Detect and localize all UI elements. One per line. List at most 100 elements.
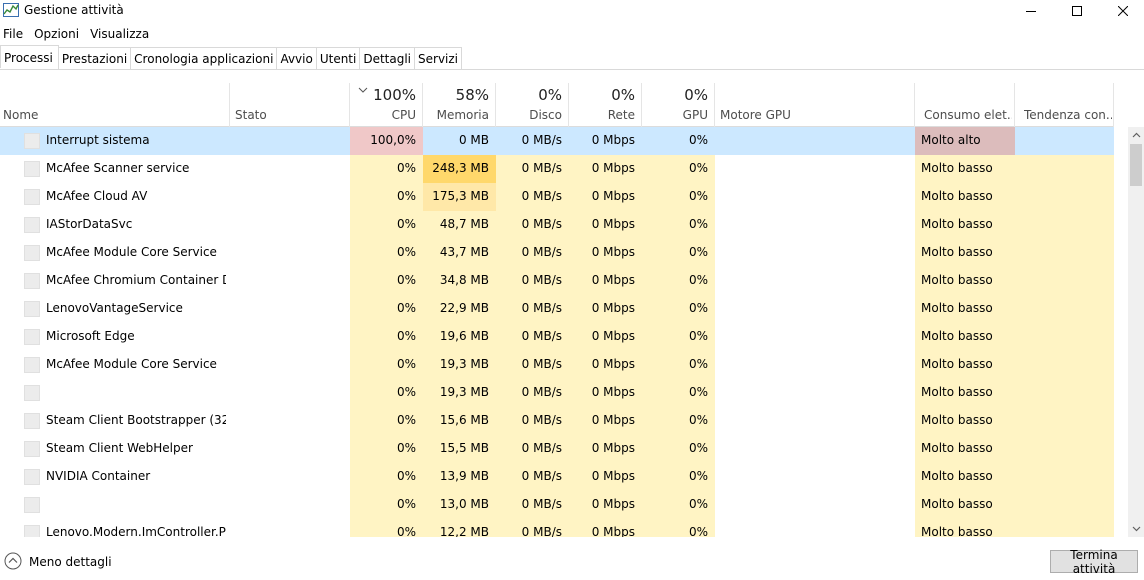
power-cell: Molto basso — [915, 491, 1015, 519]
close-button[interactable] — [1100, 0, 1144, 22]
end-task-button[interactable]: Termina attività — [1050, 548, 1138, 576]
power-cell: Molto basso — [915, 379, 1015, 407]
gpu-cell: 0% — [642, 463, 715, 491]
table-row[interactable]: NVIDIA Container 0% 13,9 MB 0 MB/s 0 Mbps 0% M… — [0, 463, 1114, 491]
net-cell: 0 Mbps — [569, 323, 642, 351]
tab-details[interactable]: Dettagli — [359, 47, 416, 69]
disk-cell: 0 MB/s — [496, 239, 569, 267]
column-disk[interactable]: 0% Disco — [496, 83, 569, 127]
table-row[interactable]: McAfee Module Core Service 0% 43,7 MB 0 MB/… — [0, 239, 1114, 267]
column-header: Nome Stato 100% CPU 58% Memoria 0% Disco… — [0, 83, 1114, 127]
table-row[interactable]: LenovoVantageService 0% 22,9 MB 0 MB/s 0 Mbp… — [0, 295, 1114, 323]
cpu-cell: 0% — [350, 407, 423, 435]
process-icon — [24, 413, 40, 429]
vertical-scrollbar[interactable] — [1128, 127, 1144, 537]
table-row[interactable]: McAfee Module Core Service 0% 19,3 MB 0 MB/… — [0, 351, 1114, 379]
mem-cell: 48,7 MB — [423, 211, 496, 239]
minimize-icon — [1026, 11, 1036, 12]
table-row[interactable]: 0% 13,0 MB 0 MB/s 0 Mbps 0% Molto basso — [0, 491, 1114, 519]
gpu-cell: 0% — [642, 267, 715, 295]
process-name: Steam Client Bootstrapper (32 bit) — [46, 413, 226, 427]
power-trend-cell — [1015, 295, 1114, 323]
disk-cell: 0 MB/s — [496, 407, 569, 435]
process-list: Interrupt sistema 100,0% 0 MB 0 MB/s 0 Mbps 0… — [0, 127, 1114, 537]
power-cell: Molto basso — [915, 351, 1015, 379]
menu-options[interactable]: Opzioni — [31, 24, 83, 44]
tab-processes[interactable]: Processi — [0, 45, 59, 68]
power-cell: Molto basso — [915, 267, 1015, 295]
cpu-cell: 0% — [350, 519, 423, 537]
disk-cell: 0 MB/s — [496, 491, 569, 519]
gpu-label: GPU — [682, 108, 708, 122]
gpu-cell: 0% — [642, 491, 715, 519]
cpu-cell: 0% — [350, 463, 423, 491]
power-cell: Molto basso — [915, 155, 1015, 183]
collapse-up-icon[interactable] — [4, 552, 22, 570]
power-trend-cell — [1015, 463, 1114, 491]
mem-cell: 22,9 MB — [423, 295, 496, 323]
table-row[interactable]: 0% 19,3 MB 0 MB/s 0 Mbps 0% Molto basso — [0, 379, 1114, 407]
process-icon — [24, 161, 40, 177]
net-cell: 0 Mbps — [569, 491, 642, 519]
power-cell: Molto basso — [915, 463, 1015, 491]
table-row[interactable]: Microsoft Edge 0% 19,6 MB 0 MB/s 0 Mbps 0% Mol… — [0, 323, 1114, 351]
table-row[interactable]: McAfee Scanner service 0% 248,3 MB 0 MB/s 0 … — [0, 155, 1114, 183]
table-row[interactable]: Lenovo.Modern.ImController.Pl... 0% 12,2 M… — [0, 519, 1114, 537]
column-power[interactable]: Consumo elet... — [915, 83, 1015, 127]
power-trend-cell — [1015, 435, 1114, 463]
task-manager-icon — [3, 3, 19, 17]
tab-app-history[interactable]: Cronologia applicazioni — [130, 47, 278, 69]
mem-cell: 175,3 MB — [423, 183, 496, 211]
chevron-down-icon — [1132, 526, 1140, 532]
power-trend-cell — [1015, 239, 1114, 267]
process-icon — [24, 301, 40, 317]
tab-performance[interactable]: Prestazioni — [57, 47, 132, 69]
column-name[interactable]: Nome — [0, 83, 230, 127]
mem-cell: 34,8 MB — [423, 267, 496, 295]
tab-services[interactable]: Servizi — [414, 47, 463, 69]
table-row[interactable]: Steam Client Bootstrapper (32 bit)0%15,6… — [0, 407, 1114, 435]
fewer-details-link[interactable]: Meno dettagli — [29, 555, 112, 569]
net-cell: 0 Mbps — [569, 463, 642, 491]
power-trend-cell — [1015, 127, 1114, 155]
column-network[interactable]: 0% Rete — [569, 83, 642, 127]
power-trend-cell — [1015, 155, 1114, 183]
tab-startup[interactable]: Avvio — [276, 47, 317, 69]
network-total: 0% — [611, 86, 635, 104]
disk-cell: 0 MB/s — [496, 267, 569, 295]
scroll-down-button[interactable] — [1128, 521, 1144, 537]
gpu-cell: 0% — [642, 407, 715, 435]
table-row[interactable]: McAfee Chromium Container D... 0% 34,8 MB 0… — [0, 267, 1114, 295]
process-icon — [24, 357, 40, 373]
cpu-cell: 0% — [350, 239, 423, 267]
power-label: Consumo elet... — [924, 108, 1012, 122]
cpu-cell: 0% — [350, 435, 423, 463]
column-power-trend[interactable]: Tendenza con... — [1015, 83, 1114, 127]
column-gpu-engine[interactable]: Motore GPU — [715, 83, 915, 127]
title-bar: Gestione attività — [0, 0, 1144, 22]
tab-users[interactable]: Utenti — [315, 47, 361, 69]
table-row[interactable]: Steam Client WebHelper 0% 15,5 MB 0 MB/s 0 M… — [0, 435, 1114, 463]
maximize-button[interactable] — [1054, 0, 1100, 22]
mem-cell: 19,3 MB — [423, 379, 496, 407]
minimize-button[interactable] — [1008, 0, 1054, 22]
column-status-label: Stato — [235, 108, 267, 122]
window-title: Gestione attività — [24, 3, 124, 17]
footer-bar: Meno dettagli Termina attività — [0, 541, 1144, 580]
power-trend-cell — [1015, 519, 1114, 537]
column-memory[interactable]: 58% Memoria — [423, 83, 496, 127]
menu-view[interactable]: Visualizza — [87, 24, 153, 44]
process-icon — [24, 217, 40, 233]
menu-file[interactable]: File — [0, 24, 27, 44]
net-cell: 0 Mbps — [569, 155, 642, 183]
mem-cell: 0 MB — [423, 127, 496, 155]
column-status[interactable]: Stato — [230, 83, 350, 127]
table-row[interactable]: IAStorDataSvc 0% 48,7 MB 0 MB/s 0 Mbps 0% Molt… — [0, 211, 1114, 239]
column-gpu[interactable]: 0% GPU — [642, 83, 715, 127]
scroll-up-button[interactable] — [1128, 127, 1144, 143]
table-row[interactable]: McAfee Cloud AV 0% 175,3 MB 0 MB/s 0 Mbps 0% M… — [0, 183, 1114, 211]
net-cell: 0 Mbps — [569, 211, 642, 239]
column-cpu[interactable]: 100% CPU — [350, 83, 423, 127]
scrollbar-thumb[interactable] — [1130, 144, 1142, 186]
table-row[interactable]: Interrupt sistema 100,0% 0 MB 0 MB/s 0 Mbps 0… — [0, 127, 1114, 155]
